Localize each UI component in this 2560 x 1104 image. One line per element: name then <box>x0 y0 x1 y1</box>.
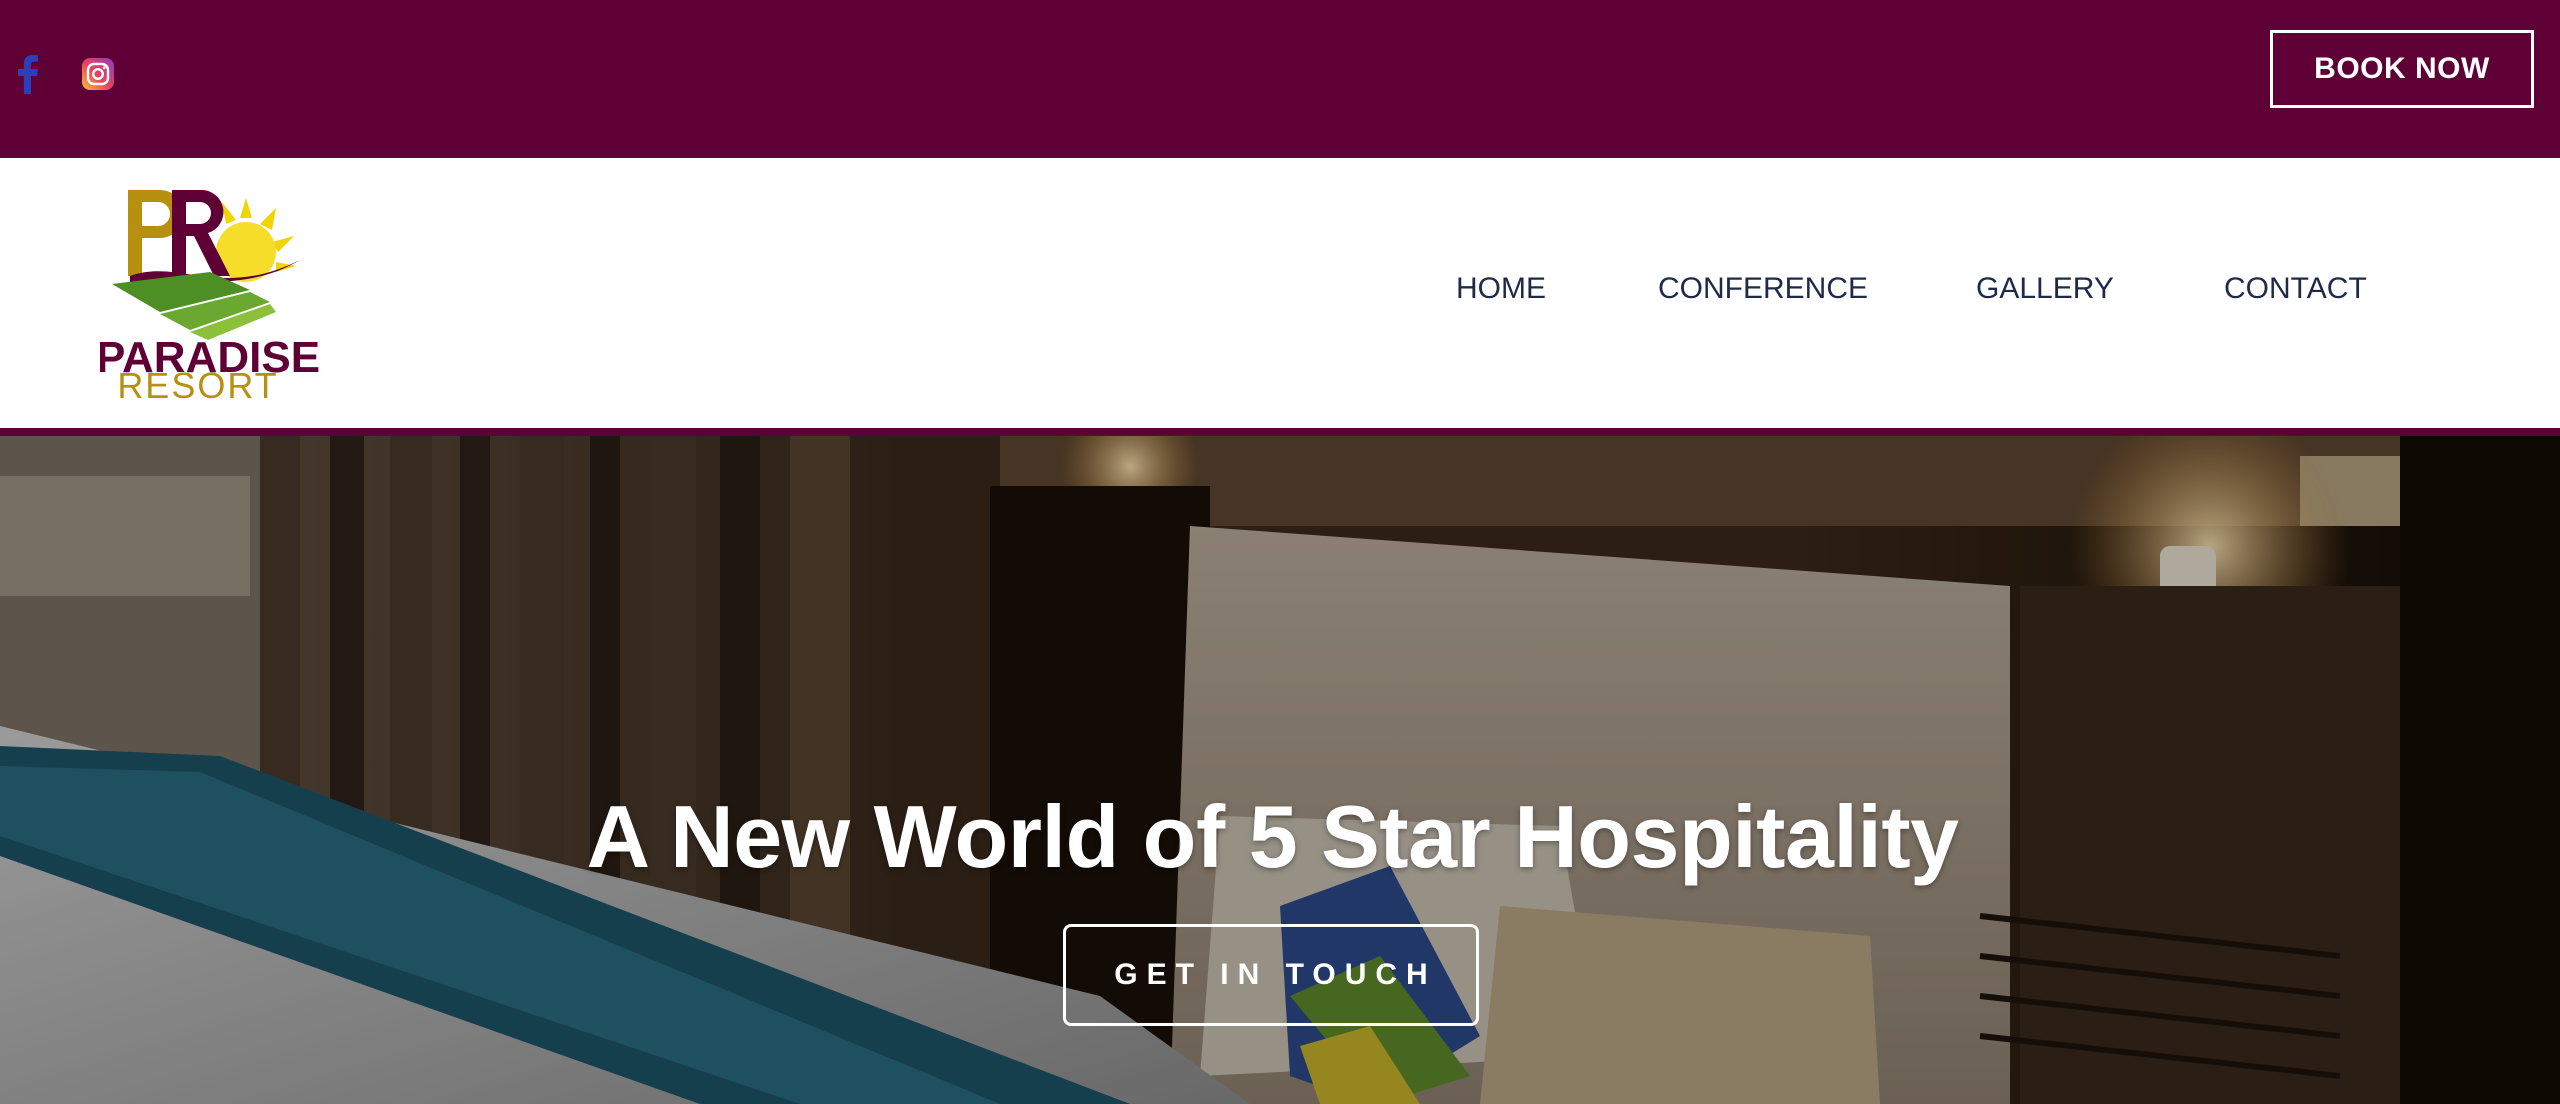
nav-item-contact[interactable]: CONTACT <box>2224 272 2367 306</box>
instagram-icon <box>81 57 115 96</box>
site-header <box>0 158 2560 428</box>
header-divider <box>0 428 2560 436</box>
nav-item-gallery[interactable]: GALLERY <box>1976 272 2114 306</box>
top-bar: BOOK NOW <box>0 0 2560 158</box>
svg-text:RESORT: RESORT <box>117 365 278 400</box>
get-in-touch-button[interactable]: GET IN TOUCH <box>1063 924 1479 1026</box>
facebook-link[interactable] <box>8 54 48 99</box>
hero-title: A New World of 5 Star Hospitality <box>586 787 1959 886</box>
nav-item-conference[interactable]: CONFERENCE <box>1658 272 1868 306</box>
nav-item-home[interactable]: HOME <box>1456 272 1546 306</box>
instagram-link[interactable] <box>78 56 118 96</box>
hero-section: A New World of 5 Star Hospitality GET IN… <box>0 436 2560 1104</box>
facebook-icon <box>16 54 40 99</box>
paradise-resort-logo[interactable]: PARADISE RESORT <box>96 180 320 406</box>
book-now-button[interactable]: BOOK NOW <box>2270 30 2534 108</box>
